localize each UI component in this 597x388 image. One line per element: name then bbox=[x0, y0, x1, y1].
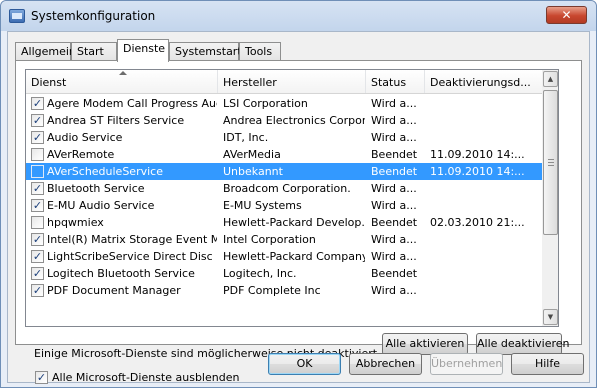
services-panel: Dienst Hersteller Status Deaktivierungsd… bbox=[15, 60, 582, 384]
service-checkbox[interactable]: ✓ bbox=[31, 267, 44, 280]
service-vendor: AVerMedia bbox=[223, 148, 281, 161]
service-status: Beendet bbox=[371, 165, 418, 178]
column-status[interactable]: Status bbox=[366, 70, 425, 93]
column-hersteller[interactable]: Hersteller bbox=[218, 70, 366, 93]
service-name: Bluetooth Service bbox=[47, 182, 145, 195]
apply-button[interactable]: Übernehmen bbox=[430, 353, 503, 375]
service-name: hpqwmiex bbox=[47, 216, 104, 229]
table-row[interactable]: ✓ PDF Document Manager PDF Complete Inc Wir… bbox=[26, 282, 542, 299]
service-checkbox[interactable]: ✓ bbox=[31, 114, 44, 127]
dialog-client: Allgemein Start Dienste Systemstart Tool… bbox=[7, 31, 590, 384]
vertical-scrollbar[interactable]: ▲ ▼ bbox=[542, 69, 559, 327]
tab-dienste[interactable]: Dienste bbox=[117, 39, 169, 62]
table-row[interactable]: AVerRemote AVerMedia Beendet 11.09.2010 14:… bbox=[26, 146, 542, 163]
service-status: Beendet bbox=[371, 267, 418, 280]
service-checkbox[interactable]: ✓ bbox=[31, 199, 44, 212]
tab-allgemein[interactable]: Allgemein bbox=[15, 42, 76, 61]
scroll-up-icon[interactable]: ▲ bbox=[543, 71, 558, 87]
service-status: Wird a... bbox=[371, 114, 417, 127]
service-vendor: IDT, Inc. bbox=[223, 131, 269, 144]
table-row[interactable]: ✓ Logitech Bluetooth Service Logitech, Inc… bbox=[26, 265, 542, 282]
service-status: Wird a... bbox=[371, 250, 417, 263]
service-vendor: E-MU Systems bbox=[223, 199, 302, 212]
service-checkbox[interactable]: ✓ bbox=[31, 131, 44, 144]
table-row[interactable]: ✓ E-MU Audio Service E-MU Systems Wird a... bbox=[26, 197, 542, 214]
service-status: Wird a... bbox=[371, 97, 417, 110]
service-status: Wird a... bbox=[371, 131, 417, 144]
service-checkbox[interactable]: ✓ bbox=[31, 97, 44, 110]
service-disabled-date: 11.09.2010 14:... bbox=[430, 165, 525, 178]
hide-ms-services-label: Alle Microsoft-Dienste ausblenden bbox=[52, 371, 240, 384]
table-row[interactable]: ✓LightScribeService Direct Disc La... Hew… bbox=[26, 248, 542, 265]
enable-all-button[interactable]: Alle aktivieren bbox=[382, 333, 468, 355]
service-status: Wird a... bbox=[371, 284, 417, 297]
cancel-button[interactable]: Abbrechen bbox=[349, 353, 422, 375]
title-bar[interactable]: Systemkonfiguration ✕ bbox=[1, 1, 596, 31]
checkbox[interactable]: ✓ bbox=[35, 371, 48, 384]
service-vendor: Hewlett-Packard Develop... bbox=[223, 216, 365, 229]
service-vendor: Logitech, Inc. bbox=[223, 267, 297, 280]
service-vendor: PDF Complete Inc bbox=[223, 284, 321, 297]
service-checkbox[interactable]: ✓ bbox=[31, 250, 44, 263]
app-icon bbox=[9, 9, 25, 23]
close-button[interactable]: ✕ bbox=[546, 6, 587, 24]
tab-tools[interactable]: Tools bbox=[239, 42, 281, 61]
service-name: LightScribeService Direct Disc La... bbox=[47, 250, 217, 263]
scroll-thumb[interactable] bbox=[543, 90, 558, 235]
service-checkbox[interactable] bbox=[31, 148, 44, 161]
service-name: AVerRemote bbox=[47, 148, 115, 161]
service-checkbox[interactable] bbox=[31, 216, 44, 229]
service-status: Beendet bbox=[371, 216, 418, 229]
sort-ascending-icon bbox=[119, 71, 127, 75]
service-checkbox[interactable] bbox=[31, 165, 44, 178]
service-name: Intel(R) Matrix Storage Event M... bbox=[47, 233, 217, 246]
service-name: E-MU Audio Service bbox=[47, 199, 155, 212]
services-list[interactable]: Dienst Hersteller Status Deaktivierungsd… bbox=[25, 69, 543, 327]
system-config-window: Systemkonfiguration ✕ Allgemein Start Di… bbox=[0, 0, 597, 388]
service-name: Audio Service bbox=[47, 131, 123, 144]
service-status: Wird a... bbox=[371, 199, 417, 212]
service-name: PDF Document Manager bbox=[47, 284, 181, 297]
service-status: Wird a... bbox=[371, 182, 417, 195]
service-name: AVerScheduleService bbox=[47, 165, 163, 178]
service-name: Logitech Bluetooth Service bbox=[47, 267, 195, 280]
column-deaktivierungsdatum[interactable]: Deaktivierungsd... bbox=[425, 70, 542, 93]
table-row[interactable]: AVerScheduleService Unbekannt Beendet 11.09… bbox=[26, 163, 542, 180]
ok-button[interactable]: OK bbox=[268, 353, 341, 375]
service-name: Agere Modem Call Progress Audio bbox=[47, 97, 217, 110]
service-checkbox[interactable]: ✓ bbox=[31, 284, 44, 297]
tab-systemstart[interactable]: Systemstart bbox=[169, 42, 242, 61]
list-header: Dienst Hersteller Status Deaktivierungsd… bbox=[26, 70, 542, 94]
disable-all-button[interactable]: Alle deaktivieren bbox=[476, 333, 570, 355]
service-checkbox[interactable]: ✓ bbox=[31, 233, 44, 246]
service-name: Andrea ST Filters Service bbox=[47, 114, 185, 127]
service-status: Beendet bbox=[371, 148, 418, 161]
service-vendor: Unbekannt bbox=[223, 165, 283, 178]
service-disabled-date: 11.09.2010 14:... bbox=[430, 148, 525, 161]
service-disabled-date: 02.03.2010 21:... bbox=[430, 216, 525, 229]
help-button[interactable]: Hilfe bbox=[511, 353, 584, 375]
table-row[interactable]: ✓ Intel(R) Matrix Storage Event M... Intel… bbox=[26, 231, 542, 248]
table-row[interactable]: ✓ Bluetooth Service Broadcom Corporation. W… bbox=[26, 180, 542, 197]
service-vendor: LSI Corporation bbox=[223, 97, 308, 110]
service-vendor: Hewlett-Packard Company bbox=[223, 250, 365, 263]
window-title: Systemkonfiguration bbox=[31, 9, 156, 23]
table-row[interactable]: ✓ Andrea ST Filters Service Andrea Electro… bbox=[26, 112, 542, 129]
service-vendor: Andrea Electronics Corpor... bbox=[223, 114, 365, 127]
scroll-down-icon[interactable]: ▼ bbox=[543, 309, 558, 325]
grip-icon bbox=[548, 159, 554, 166]
service-vendor: Broadcom Corporation. bbox=[223, 182, 351, 195]
service-status: Wird a... bbox=[371, 233, 417, 246]
table-row[interactable]: hpqwmiex Hewlett-Packard Develop... Beende… bbox=[26, 214, 542, 231]
tab-start[interactable]: Start bbox=[71, 42, 117, 61]
table-row[interactable]: ✓ Agere Modem Call Progress Audio LSI Corp… bbox=[26, 95, 542, 112]
service-checkbox[interactable]: ✓ bbox=[31, 182, 44, 195]
table-row[interactable]: ✓ Audio Service IDT, Inc. Wird a... bbox=[26, 129, 542, 146]
service-vendor: Intel Corporation bbox=[223, 233, 316, 246]
